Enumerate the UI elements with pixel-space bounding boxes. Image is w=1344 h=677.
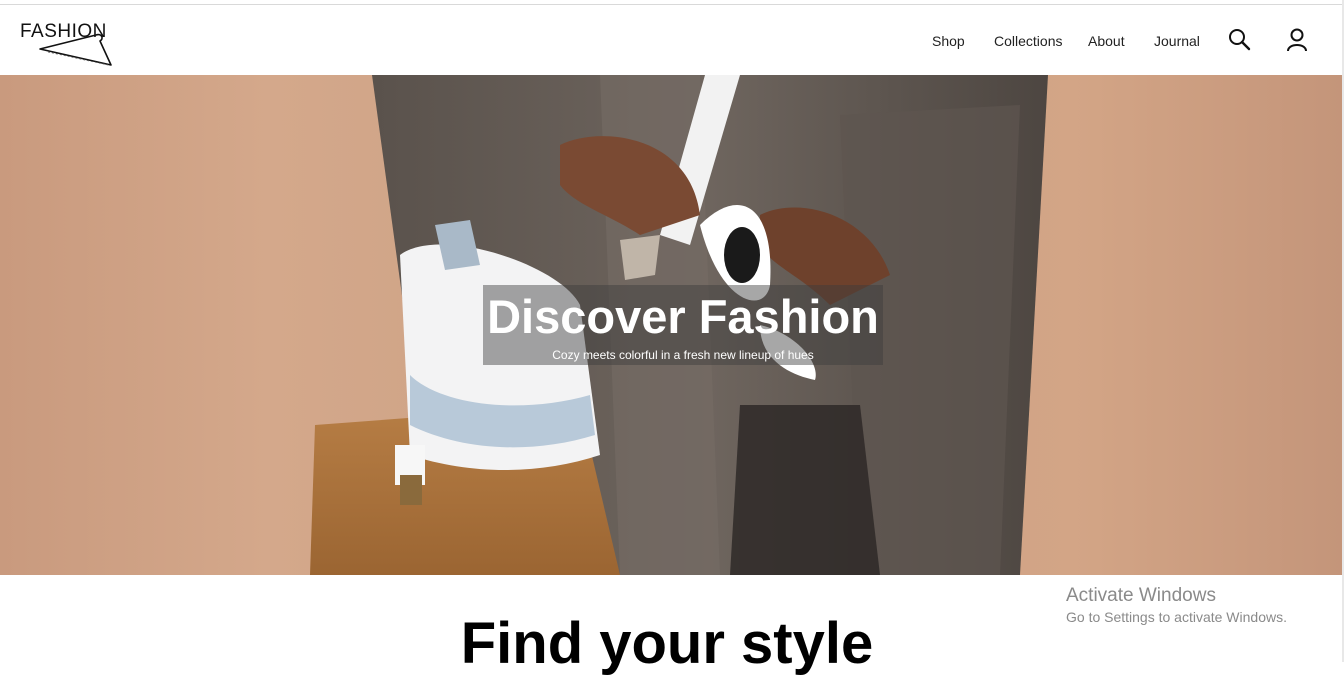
nav-shop[interactable]: Shop [932, 33, 965, 49]
user-icon[interactable] [1284, 27, 1310, 53]
activate-windows-watermark: Activate Windows Go to Settings to activ… [1066, 585, 1287, 625]
watermark-title: Activate Windows [1066, 585, 1216, 606]
site-header: FASHION Shop Collections About Journal [0, 5, 1342, 75]
nav-about[interactable]: About [1088, 33, 1125, 49]
hero-subtitle: Cozy meets colorful in a fresh new lineu… [552, 348, 814, 362]
nav-collections[interactable]: Collections [994, 33, 1062, 49]
search-icon[interactable] [1227, 27, 1253, 53]
hero-title: Discover Fashion [487, 290, 879, 343]
hero-caption-box: Discover Fashion Cozy meets colorful in … [483, 285, 883, 365]
hanger-icon [39, 33, 112, 66]
watermark-subtitle: Go to Settings to activate Windows. [1066, 609, 1287, 625]
nav-journal[interactable]: Journal [1154, 33, 1200, 49]
hero-banner: Discover Fashion Cozy meets colorful in … [0, 75, 1342, 575]
brand-logo[interactable]: FASHION [18, 19, 116, 71]
